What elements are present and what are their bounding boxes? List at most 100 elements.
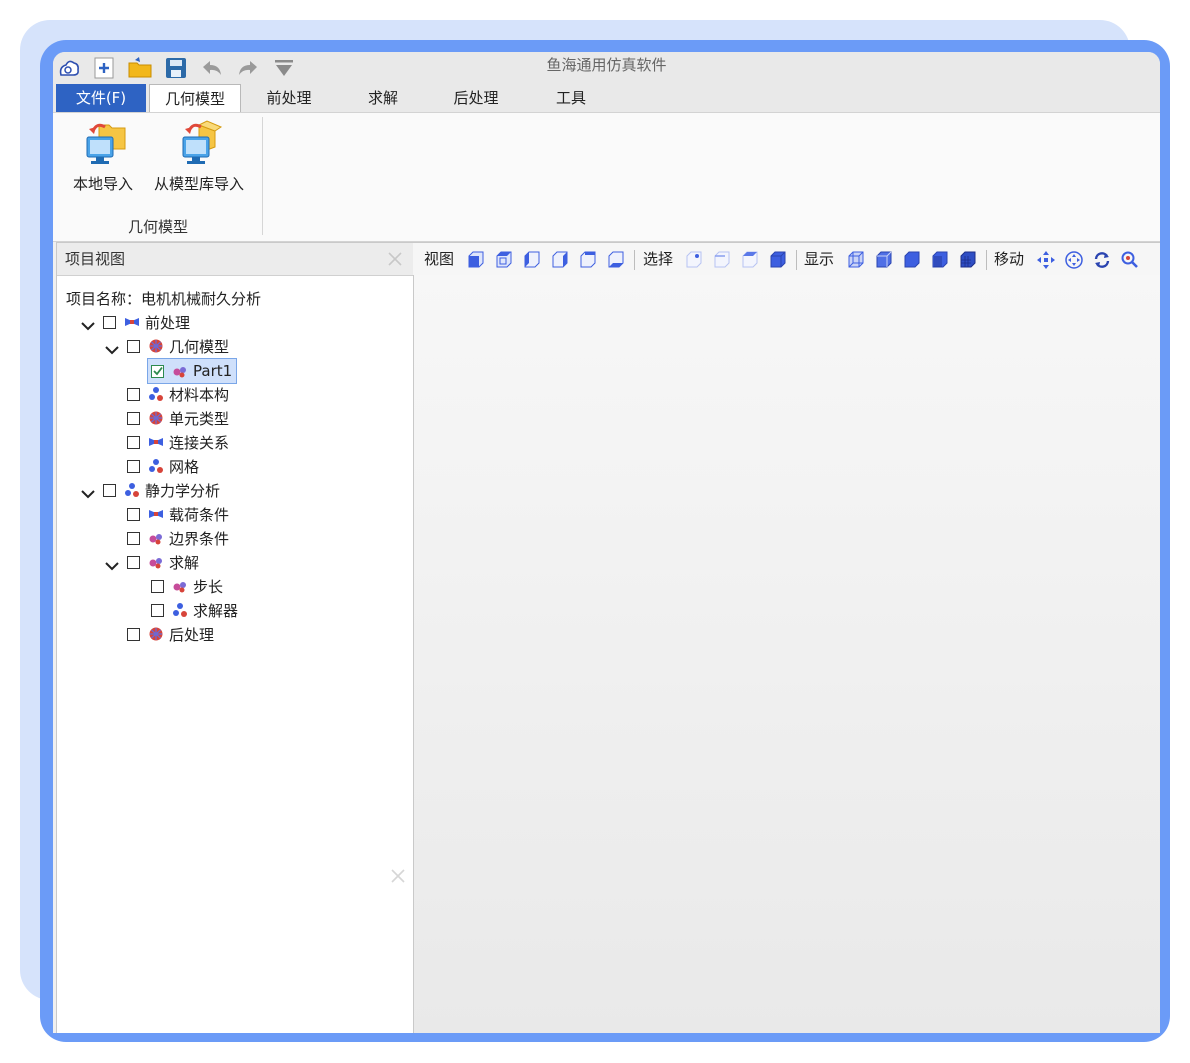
tab-geometry[interactable]: 几何模型: [149, 84, 241, 113]
mesh-ball-icon: [149, 339, 163, 353]
library-import-button[interactable]: 从模型库导入: [149, 119, 249, 194]
tree-item-static-analysis[interactable]: 静力学分析: [103, 479, 220, 501]
tree-item-label: 网格: [169, 457, 200, 476]
close-icon[interactable]: [390, 868, 406, 884]
select-body-icon[interactable]: [768, 250, 788, 270]
tree-item-label: 求解器: [193, 601, 239, 620]
app-window: 鱼海通用仿真软件 文件(F) 几何模型 前处理 求解 后处理 工具 本地导入 从…: [53, 52, 1160, 1033]
tree-checkbox[interactable]: [127, 387, 140, 401]
tree-checkbox[interactable]: [127, 555, 140, 569]
tree-item-label: 步长: [193, 577, 224, 596]
ribbon-group-divider: [262, 117, 263, 235]
display-mesh-edges-icon[interactable]: [958, 250, 978, 270]
tree-checkbox[interactable]: [127, 435, 140, 449]
select-point-icon[interactable]: [684, 250, 704, 270]
tree-checkbox[interactable]: [127, 459, 140, 473]
tree-item-postprocess[interactable]: 后处理: [127, 623, 214, 645]
bowtie-node-icon: [149, 510, 163, 518]
rotate-icon[interactable]: [1092, 250, 1112, 270]
tree-item-label: 后处理: [169, 625, 215, 644]
tree-item-element-type[interactable]: 单元类型: [127, 407, 229, 429]
tree-checkbox[interactable]: [127, 507, 140, 521]
bowtie-node-icon: [149, 438, 163, 446]
tree-item-label: 几何模型: [169, 337, 230, 356]
tree-item-mesh[interactable]: 网格: [127, 455, 199, 477]
zoom-icon[interactable]: [1120, 250, 1140, 270]
tree-item-solve[interactable]: 求解: [127, 551, 199, 573]
panel-header: 项目视图: [57, 243, 413, 276]
local-import-button[interactable]: 本地导入: [65, 119, 141, 194]
open-folder-icon[interactable]: [127, 55, 153, 81]
chevron-down-icon[interactable]: [105, 558, 119, 572]
project-name: 项目名称：电机机械耐久分析: [66, 290, 262, 308]
tab-postprocess[interactable]: 后处理: [440, 84, 512, 112]
toolbar-divider: [986, 250, 987, 270]
ribbon-tabs: 文件(F) 几何模型 前处理 求解 后处理 工具: [53, 82, 1160, 113]
viewport-toolbar: 视图 选择 显示 移动: [413, 242, 1160, 276]
tree-checkbox-checked[interactable]: [151, 364, 164, 378]
tree-item-material[interactable]: 材料本构: [127, 383, 229, 405]
tab-file[interactable]: 文件(F): [56, 84, 146, 112]
dropdown-icon[interactable]: [271, 55, 297, 81]
mesh-ball-icon: [149, 411, 163, 425]
toolbar-divider: [634, 250, 635, 270]
tree-item-label: 连接关系: [169, 433, 230, 452]
tree-item-preprocess[interactable]: 前处理: [103, 311, 190, 333]
display-mesh-icon[interactable]: [930, 250, 950, 270]
tree-item-connection[interactable]: 连接关系: [127, 431, 229, 453]
display-shaded-icon[interactable]: [902, 250, 922, 270]
save-icon[interactable]: [163, 55, 189, 81]
tab-preprocess[interactable]: 前处理: [253, 84, 325, 112]
tab-solve[interactable]: 求解: [353, 84, 413, 112]
view-front-icon[interactable]: [466, 250, 486, 270]
chevron-down-icon[interactable]: [81, 486, 95, 500]
tree-checkbox[interactable]: [127, 339, 140, 353]
display-shaded-edges-icon[interactable]: [874, 250, 894, 270]
tree-checkbox[interactable]: [127, 411, 140, 425]
tree-checkbox[interactable]: [127, 531, 140, 545]
chevron-down-icon[interactable]: [105, 342, 119, 356]
tree-item-load[interactable]: 载荷条件: [127, 503, 229, 525]
pan-icon[interactable]: [1036, 250, 1056, 270]
molecule-icon: [149, 459, 163, 473]
tab-tools[interactable]: 工具: [543, 84, 599, 112]
ribbon-group-label: 几何模型: [127, 218, 188, 236]
tree-item-label: 载荷条件: [169, 505, 230, 524]
view-back-icon[interactable]: [578, 250, 598, 270]
undo-icon[interactable]: [199, 55, 225, 81]
tree-checkbox[interactable]: [151, 579, 164, 593]
library-import-label: 从模型库导入: [153, 175, 244, 193]
view-right-icon[interactable]: [550, 250, 570, 270]
view-bottom-icon[interactable]: [606, 250, 626, 270]
app-logo-icon[interactable]: [56, 55, 82, 81]
rotate-center-icon[interactable]: [1064, 250, 1084, 270]
tree-item-boundary[interactable]: 边界条件: [127, 527, 229, 549]
tree-checkbox[interactable]: [103, 315, 116, 329]
tree-item-geometry[interactable]: 几何模型: [127, 335, 229, 357]
view-left-icon[interactable]: [522, 250, 542, 270]
tree-checkbox[interactable]: [103, 483, 116, 497]
view-top-icon[interactable]: [494, 250, 514, 270]
display-wireframe-icon[interactable]: [846, 250, 866, 270]
3d-viewport[interactable]: [413, 275, 1160, 1033]
mesh-ball-icon: [149, 627, 163, 641]
select-edge-icon[interactable]: [712, 250, 732, 270]
tree-checkbox[interactable]: [127, 627, 140, 641]
bowtie-node-icon: [125, 318, 139, 326]
gear-cluster-icon: [149, 534, 162, 545]
tree-item-step[interactable]: 步长: [151, 575, 223, 597]
close-icon[interactable]: [387, 251, 403, 267]
redo-icon[interactable]: [235, 55, 261, 81]
tree-item-label: Part1: [193, 362, 233, 380]
tree-checkbox[interactable]: [151, 603, 164, 617]
chevron-down-icon[interactable]: [81, 318, 95, 332]
tree-item-part1[interactable]: Part1: [146, 358, 238, 384]
new-icon[interactable]: [91, 55, 117, 81]
library-import-icon: [171, 119, 227, 167]
tree-item-label: 求解: [169, 553, 200, 572]
panel-title: 项目视图: [65, 250, 126, 268]
select-face-icon[interactable]: [740, 250, 760, 270]
display-label: 显示: [804, 250, 835, 268]
local-import-icon: [75, 119, 131, 167]
tree-item-solver[interactable]: 求解器: [151, 599, 238, 621]
